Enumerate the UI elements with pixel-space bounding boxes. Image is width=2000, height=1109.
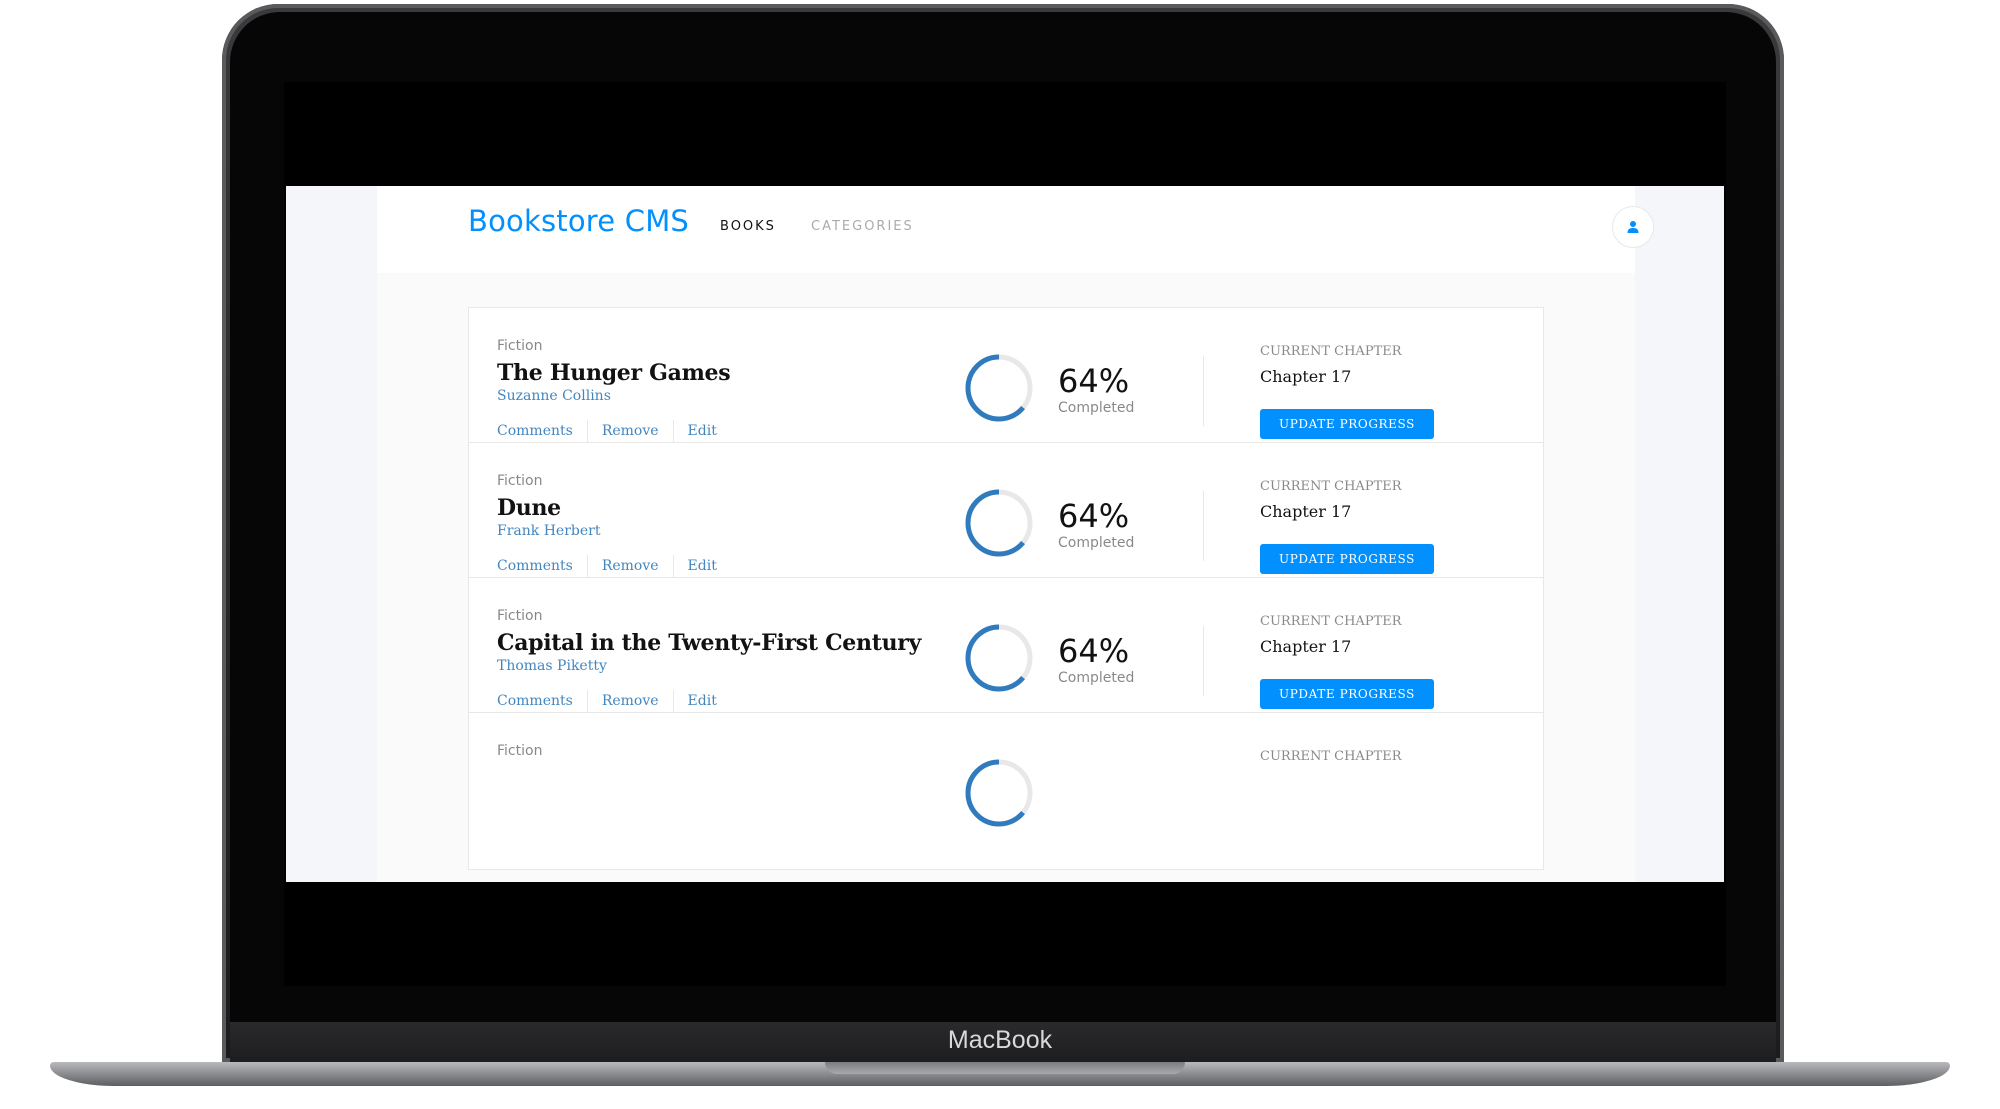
card-divider bbox=[1203, 356, 1204, 426]
nav-categories[interactable]: CATEGORIES bbox=[811, 219, 914, 234]
action-divider bbox=[672, 690, 674, 712]
book-actions: Comments Remove Edit bbox=[497, 420, 717, 442]
remove-link[interactable]: Remove bbox=[602, 558, 659, 574]
remove-link[interactable]: Remove bbox=[602, 693, 659, 709]
book-author[interactable]: Suzanne Collins bbox=[497, 388, 611, 404]
current-chapter: Chapter 17 bbox=[1260, 502, 1352, 521]
action-divider bbox=[586, 420, 588, 442]
progress-ring bbox=[965, 354, 1033, 422]
comments-link[interactable]: Comments bbox=[497, 423, 573, 439]
macbook-label: MacBook bbox=[947, 1026, 1053, 1054]
book-actions: Comments Remove Edit bbox=[497, 555, 717, 577]
progress-percent: 64% bbox=[1058, 362, 1130, 400]
bookstore-app: Bookstore CMS BOOKS CATEGORIES Fiction Th… bbox=[286, 186, 1724, 882]
book-title: Capital in the Twenty-First Century bbox=[497, 630, 922, 656]
update-progress-button[interactable]: UPDATE PROGRESS bbox=[1260, 544, 1434, 574]
user-icon bbox=[1627, 221, 1639, 233]
book-author[interactable]: Frank Herbert bbox=[497, 523, 600, 539]
comments-link[interactable]: Comments bbox=[497, 693, 573, 709]
progress-percent: 64% bbox=[1058, 632, 1130, 670]
comments-link[interactable]: Comments bbox=[497, 558, 573, 574]
progress-caption: Completed bbox=[1058, 535, 1135, 551]
app-header: Bookstore CMS BOOKS CATEGORIES bbox=[377, 186, 1654, 273]
book-title: The Hunger Games bbox=[497, 360, 731, 386]
action-divider bbox=[672, 555, 674, 577]
book-card: Fiction CURRENT CHAPTER bbox=[468, 712, 1544, 870]
book-author[interactable]: Thomas Piketty bbox=[497, 658, 607, 674]
book-genre: Fiction bbox=[497, 473, 543, 489]
progress-caption: Completed bbox=[1058, 670, 1135, 686]
progress-ring bbox=[965, 624, 1033, 692]
progress-percent: 64% bbox=[1058, 497, 1130, 535]
current-chapter: Chapter 17 bbox=[1260, 367, 1352, 386]
nav-books[interactable]: BOOKS bbox=[720, 219, 776, 234]
update-progress-button[interactable]: UPDATE PROGRESS bbox=[1260, 679, 1434, 709]
book-genre: Fiction bbox=[497, 743, 543, 759]
laptop-screen: Bookstore CMS BOOKS CATEGORIES Fiction Th… bbox=[284, 82, 1726, 986]
edit-link[interactable]: Edit bbox=[688, 693, 717, 709]
current-chapter: Chapter 17 bbox=[1260, 637, 1352, 656]
current-chapter-label: CURRENT CHAPTER bbox=[1260, 749, 1402, 764]
book-genre: Fiction bbox=[497, 338, 543, 354]
book-genre: Fiction bbox=[497, 608, 543, 624]
user-profile-button[interactable] bbox=[1612, 206, 1654, 248]
progress-ring bbox=[965, 489, 1033, 557]
book-title: Dune bbox=[497, 495, 561, 521]
edit-link[interactable]: Edit bbox=[688, 558, 717, 574]
update-progress-button[interactable]: UPDATE PROGRESS bbox=[1260, 409, 1434, 439]
edit-link[interactable]: Edit bbox=[688, 423, 717, 439]
action-divider bbox=[586, 690, 588, 712]
app-logo[interactable]: Bookstore CMS bbox=[468, 204, 689, 238]
card-divider bbox=[1203, 626, 1204, 696]
card-divider bbox=[1203, 491, 1204, 561]
action-divider bbox=[586, 555, 588, 577]
progress-ring bbox=[965, 759, 1033, 827]
remove-link[interactable]: Remove bbox=[602, 423, 659, 439]
progress-caption: Completed bbox=[1058, 400, 1135, 416]
current-chapter-label: CURRENT CHAPTER bbox=[1260, 344, 1402, 359]
laptop-notch bbox=[825, 1062, 1185, 1074]
action-divider bbox=[672, 420, 674, 442]
current-chapter-label: CURRENT CHAPTER bbox=[1260, 479, 1402, 494]
book-actions: Comments Remove Edit bbox=[497, 690, 717, 712]
current-chapter-label: CURRENT CHAPTER bbox=[1260, 614, 1402, 629]
